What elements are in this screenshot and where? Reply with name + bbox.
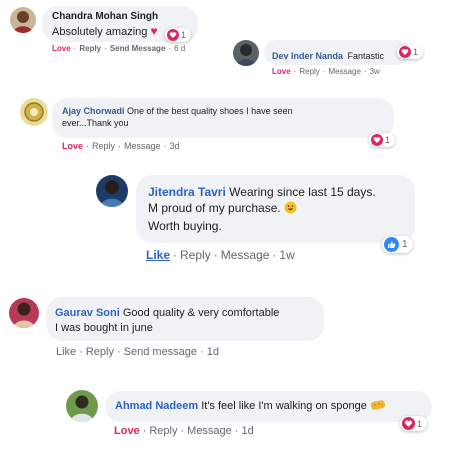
heart-icon [371, 134, 383, 146]
send-message-button[interactable]: Send message [124, 346, 197, 358]
comment-text-line2: M proud of my purchase. [148, 201, 281, 215]
comment-author[interactable]: Chandra Mohan Singh [52, 11, 188, 22]
reaction-count: 1 [402, 239, 408, 250]
comment-bubble-jitendra: Jitendra Tavri Wearing since last 15 day… [136, 175, 415, 243]
message-button[interactable]: Message [328, 67, 360, 76]
message-button[interactable]: Message [124, 141, 161, 151]
heart-icon [402, 417, 415, 430]
timestamp[interactable]: 1d [207, 346, 219, 358]
reply-button[interactable]: Reply [299, 67, 319, 76]
reply-button[interactable]: Reply [149, 425, 177, 437]
avatar-dev[interactable] [233, 40, 259, 66]
avatar-chandra[interactable] [10, 7, 36, 33]
comment-actions: Like · Reply · Message · 1w [146, 248, 295, 262]
comment-actions: Love · Reply · Send Message · 6 d [52, 44, 186, 53]
like-icon [384, 237, 399, 252]
reaction-count-badge[interactable]: 1 [400, 416, 428, 431]
avatar-ahmad[interactable] [66, 390, 98, 422]
comment-text-line1: One of the best quality shoes I have see… [127, 106, 293, 116]
love-button[interactable]: Love [52, 44, 71, 53]
comment-bubble-gaurav: Gaurav Soni Good quality & very comforta… [46, 297, 324, 341]
heart-icon [399, 46, 411, 58]
comment-actions: Love · Reply · Message · 1d [114, 425, 254, 437]
comment-text-line3: Worth buying. [148, 219, 222, 233]
comment-text: Fantastic [347, 51, 384, 61]
like-button[interactable]: Like [146, 248, 170, 262]
comment-author[interactable]: Ajay Chorwadi [62, 106, 125, 116]
reaction-count-badge[interactable]: 1 [382, 236, 413, 253]
message-button[interactable]: Message [187, 425, 232, 437]
reaction-count: 1 [385, 135, 391, 145]
reaction-count-badge[interactable]: 1 [369, 133, 396, 147]
timestamp[interactable]: 6 d [174, 44, 185, 53]
comment-author[interactable]: Dev Inder Nanda [272, 51, 343, 61]
message-button[interactable]: Message [221, 248, 270, 262]
reaction-count-badge[interactable]: 1 [165, 28, 192, 42]
smile-emoji-icon [284, 201, 297, 218]
timestamp[interactable]: 3d [170, 141, 180, 151]
comment-actions: Love · Reply · Message · 3d [62, 141, 180, 151]
comment-bubble-ahmad: Ahmad Nadeem It's feel like I'm walking … [105, 391, 432, 422]
avatar-gaurav[interactable] [9, 298, 39, 328]
reply-button[interactable]: Reply [86, 346, 114, 358]
heart-emoji-icon: ♥ [150, 24, 158, 38]
avatar-ajay[interactable] [20, 98, 48, 126]
love-button[interactable]: Love [114, 425, 140, 437]
reply-button[interactable]: Reply [92, 141, 115, 151]
comment-author[interactable]: Ahmad Nadeem [115, 400, 198, 412]
heart-icon [167, 29, 179, 41]
sponge-emoji-icon [370, 399, 386, 414]
send-message-button[interactable]: Send Message [110, 44, 166, 53]
comment-actions: Love · Reply · Message · 3w [272, 67, 380, 76]
comment-text: It's feel like I'm walking on sponge [201, 400, 367, 412]
love-button[interactable]: Love [62, 141, 83, 151]
love-button[interactable]: Love [272, 67, 291, 76]
comment-text-line2: I was bought in june [55, 322, 153, 334]
comment-text: Absolutely amazing [52, 26, 148, 38]
comment-text-line2: ever...Thank you [62, 118, 129, 128]
comment-actions: Like · Reply · Send message · 1d [56, 346, 219, 358]
avatar-jitendra[interactable] [96, 175, 128, 207]
reaction-count-badge[interactable]: 1 [397, 45, 424, 59]
reply-button[interactable]: Reply [79, 44, 101, 53]
reaction-count: 1 [181, 30, 187, 40]
reaction-count: 1 [413, 47, 419, 57]
like-button[interactable]: Like [56, 346, 76, 358]
comment-author[interactable]: Gaurav Soni [55, 307, 120, 319]
reply-button[interactable]: Reply [180, 248, 211, 262]
timestamp[interactable]: 1d [241, 425, 253, 437]
comment-bubble-ajay: Ajay Chorwadi One of the best quality sh… [52, 98, 394, 138]
comment-text-line1: Wearing since last 15 days. [229, 185, 376, 199]
timestamp[interactable]: 3w [370, 67, 380, 76]
comment-author[interactable]: Jitendra Tavri [148, 185, 226, 199]
timestamp[interactable]: 1w [279, 248, 294, 262]
comment-bubble-dev: Dev Inder Nanda Fantastic [264, 40, 410, 65]
comment-text-line1: Good quality & very comfortable [122, 307, 280, 319]
reaction-count: 1 [417, 418, 423, 429]
